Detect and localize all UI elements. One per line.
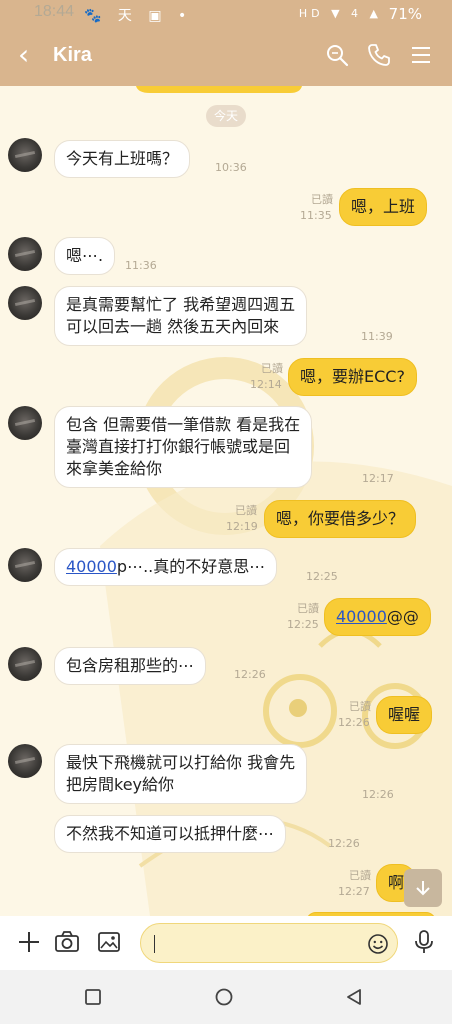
outgoing-message[interactable]: 喔喔 [376,696,433,734]
emoji-icon[interactable] [367,933,389,955]
back-icon[interactable] [345,988,363,1006]
message-time: 11:39 [361,330,393,343]
home-icon[interactable] [215,988,233,1006]
plus-icon[interactable] [16,929,42,955]
read-receipt: 已讀 [261,362,283,375]
read-receipt: 已讀 [349,700,371,713]
message-time: 12:25 [306,570,338,583]
outgoing-message[interactable]: 嗯，你要借多少？ [264,500,417,538]
contact-avatar[interactable] [8,647,42,681]
chat-header: ‹ Kira [0,30,452,86]
notification-icons: 🐾 天 ▣ • [84,8,193,24]
message-line: 包含 但需要借一筆借款 看是我在 [66,415,301,434]
chat-messages[interactable]: 今天 今天有上班嗎？ 10:36 已讀 11:35 嗯，上班 嗯⋯. 11:36… [0,86,452,916]
incoming-message[interactable]: 是真需要幫忙了 我希望週四週五 可以回去一趟 然後五天內回來 [54,286,308,346]
message-line: 是真需要幫忙了 我希望週四週五 [66,295,296,314]
date-divider: 今天 [206,105,246,127]
system-nav-bar [0,970,452,1024]
search-icon[interactable] [324,42,350,68]
outgoing-message[interactable]: 嗯，要辦ECC? [288,358,417,396]
contact-name: Kira [53,44,92,66]
signal-icons: HD ▼ 4 ▲ [298,7,382,20]
incoming-message[interactable]: 40000p⋯..真的不好意思⋯ [54,548,278,586]
contact-avatar[interactable] [8,744,42,778]
contact-avatar[interactable] [8,548,42,582]
message-text: p⋯..真的不好意思⋯ [116,557,266,576]
outgoing-message[interactable]: 嗯，上班 [339,188,428,226]
back-button[interactable]: ‹ [18,40,29,70]
message-time: 12:27 [338,885,370,898]
phone-icon[interactable] [366,42,392,68]
read-receipt: 已讀 [349,869,371,882]
message-input[interactable] [157,932,357,956]
image-icon[interactable] [96,929,122,955]
message-time: 12:25 [287,618,319,631]
message-time: 12:26 [234,668,266,681]
text-cursor [154,935,155,953]
incoming-message[interactable]: 今天有上班嗎？ [54,140,191,178]
status-bar: 18:44 🐾 天 ▣ • HD ▼ 4 ▲ 71% [0,0,452,30]
recents-icon[interactable] [84,988,102,1006]
message-line: 臺灣直接打打你銀行帳號或是回 [66,437,291,456]
message-time: 12:19 [226,520,258,533]
contact-avatar[interactable] [8,286,42,320]
microphone-icon[interactable] [411,929,437,955]
message-time: 12:17 [362,472,394,485]
message-time: 10:36 [215,161,247,174]
message-link[interactable]: 40000 [336,607,387,626]
status-time: 18:44 [34,3,75,20]
message-time: 12:26 [338,716,370,729]
contact-avatar[interactable] [8,237,42,271]
camera-icon[interactable] [54,929,80,955]
incoming-message[interactable]: 最快下飛機就可以打給你 我會先 把房間key給你 [54,744,308,804]
message-line: 可以回去一趟 然後五天內回來 [66,317,280,336]
scroll-to-bottom-button[interactable] [404,869,442,907]
message-composer [0,916,452,970]
message-time: 12:26 [362,788,394,801]
incoming-message[interactable]: 包含 但需要借一筆借款 看是我在 臺灣直接打打你銀行帳號或是回 來拿美金給你 [54,406,313,488]
message-time: 11:36 [125,259,157,272]
incoming-message[interactable]: 嗯⋯. [54,237,116,275]
read-receipt: 已讀 [235,504,257,517]
message-line: 來拿美金給你 [66,459,163,478]
message-text: @@ [386,607,419,626]
incoming-message[interactable]: 不然我不知道可以抵押什麼⋯ [54,815,287,853]
message-input-box[interactable] [140,923,398,963]
incoming-message[interactable]: 包含房租那些的⋯ [54,647,207,685]
message-time: 12:26 [328,837,360,850]
arrow-down-icon [416,881,430,896]
message-time: 12:14 [250,378,282,391]
menu-icon[interactable] [408,42,434,68]
contact-avatar[interactable] [8,406,42,440]
message-line: 把房間key給你 [66,775,175,794]
read-receipt: 已讀 [297,602,319,615]
message-time: 11:35 [300,209,332,222]
read-receipt: 已讀 [311,193,333,206]
contact-avatar[interactable] [8,138,42,172]
outgoing-message[interactable]: 40000@@ [324,598,431,636]
message-line: 最快下飛機就可以打給你 我會先 [66,753,296,772]
battery-level: 71% [388,5,422,23]
message-link[interactable]: 40000 [66,557,117,576]
